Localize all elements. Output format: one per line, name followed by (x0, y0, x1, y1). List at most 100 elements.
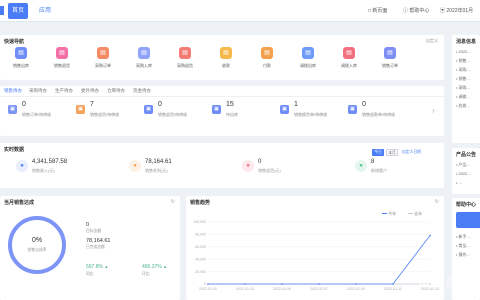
message-item[interactable]: • 应收... (456, 103, 470, 109)
todo-item[interactable]: ▣ 1 销售换货单/待审核 (280, 99, 342, 123)
data-point (244, 283, 246, 285)
help-center-link[interactable]: ⓘ 帮助中心 (403, 0, 429, 22)
refresh-icon[interactable]: ↻ (435, 199, 439, 205)
message-item[interactable]: • 销售... (456, 58, 470, 64)
chevron-right-icon[interactable]: › (432, 106, 435, 115)
realtime-icon: ● (16, 160, 28, 172)
realtime-item: ● 78,164.61 销售毛利(元) (129, 157, 219, 183)
quick-nav-item[interactable]: ▤ 销售订单 (375, 47, 405, 69)
period-selector[interactable]: ▣ 2022年01月 (440, 0, 473, 22)
quick-nav-label: 销售退货 (54, 63, 70, 68)
tab-apps[interactable]: 应用 (36, 3, 54, 19)
message-item[interactable]: • 调拨... (456, 94, 470, 100)
product-notice-item[interactable]: • ... (456, 180, 462, 185)
sales-trend-panel: 销售趋势 ↻ 今年 去年 100,000 80,000 60,000 40,000 20… (186, 196, 444, 300)
quick-nav-item[interactable]: ▤ 调拨入库 (334, 47, 364, 69)
todo-tab[interactable]: 资金待办 (133, 88, 151, 94)
quick-nav-item[interactable]: ▤ 采购退货 (170, 47, 200, 69)
sales-trend-chart: 100,00080,00060,00040,00020,00002022-01-… (193, 220, 439, 291)
help-item[interactable]: • 操作... (456, 252, 470, 258)
customize-link[interactable]: 自定义 (426, 38, 438, 44)
sale-order-icon: ▤ (384, 47, 396, 59)
message-panel: 消息信息 • 2022... • 销售... • 采购... • 销售... • 采购.… (452, 35, 480, 143)
quick-nav-label: 调拨入库 (341, 63, 357, 68)
help-item[interactable]: • 常见... (456, 243, 470, 249)
quick-nav-label: 付款 (263, 63, 271, 68)
data-point (318, 283, 320, 285)
todo-panel: 销售待办 采购待办 生产待办 委外待办 仓库待办 资金待办 ▣ 0 销售订单/待审核 ▣ 7 销售退… (0, 86, 444, 136)
quick-nav-item[interactable]: ▤ 销售退货 (47, 47, 77, 69)
target-amount: 0 (86, 222, 90, 228)
y-tick-label: 60,000 (195, 245, 206, 249)
quick-nav-item[interactable]: ▤ 采购订单 (88, 47, 118, 69)
quick-nav-title: 快速导航 (4, 39, 25, 45)
todo-tab[interactable]: 生产待办 (55, 88, 73, 94)
order-icon: ▤ (15, 47, 27, 59)
todo-item[interactable]: ▣ 7 销售退货/待审核 (76, 99, 138, 123)
range-month[interactable]: 本月 (386, 149, 398, 156)
stock-in-icon: ▤ (138, 47, 150, 59)
todo-tab[interactable]: 仓库待办 (107, 88, 125, 94)
data-point (392, 283, 394, 285)
menu-toggle-icon[interactable] (0, 6, 4, 15)
quick-nav-label: 采购订单 (95, 63, 111, 68)
new-page-link[interactable]: □ 新页面 (368, 0, 387, 22)
tab-home[interactable]: 首页 (8, 3, 28, 19)
x-tick-label: 2022-01-07 (310, 287, 328, 291)
realtime-item: ● 8 新增客户 (355, 157, 445, 183)
range-today[interactable]: 今日 (372, 149, 384, 156)
receipt-icon: ▤ (220, 47, 232, 59)
quick-nav-item[interactable]: ▤ 付款 (252, 47, 282, 69)
yoy-label: 同比 (86, 272, 94, 276)
product-notice-item[interactable]: • 产品... (456, 162, 470, 168)
help-item[interactable]: • 新手... (456, 234, 470, 240)
message-item[interactable]: • 2022... (456, 49, 471, 54)
todo-icon: ▣ (8, 105, 17, 114)
realtime-value: 78,164.61 (145, 159, 172, 165)
range-custom[interactable]: 自定义日期 (402, 149, 421, 156)
message-item[interactable]: • 采购... (456, 85, 470, 91)
data-point (429, 234, 431, 237)
todo-count: 15 (226, 101, 234, 108)
mom-label: 环比 (142, 272, 150, 276)
purchase-icon: ▤ (97, 47, 109, 59)
refresh-icon[interactable]: ↻ (171, 199, 175, 205)
todo-label: 销售换货单/待审核 (294, 112, 328, 117)
monthly-target-title: 当月销售达成 (4, 200, 35, 206)
quick-nav-item[interactable]: ▤ 销售出库 (6, 47, 36, 69)
achievement-label: 销售达成率 (27, 248, 47, 252)
todo-item[interactable]: ▣ 0 销售订单/待审核 (8, 99, 70, 123)
message-item[interactable]: • 销售... (456, 76, 470, 82)
realtime-item: ● 4,341,587.58 销售收入(元) (16, 157, 106, 183)
realtime-value: 8 (371, 159, 375, 165)
quick-nav-item[interactable]: ▤ 收款 (211, 47, 241, 69)
todo-tab[interactable]: 委外待办 (81, 88, 99, 94)
realtime-panel: 实时数据 今日 本月 自定义日期 ● 4,341,587.58 销售收入(元) ● 78… (0, 143, 444, 188)
quick-nav-item[interactable]: ▤ 调拨出库 (293, 47, 323, 69)
todo-count: 1 (294, 101, 298, 108)
todo-count: 7 (90, 101, 94, 108)
realtime-label: 销售收入(元) (32, 168, 55, 173)
realtime-icon: ● (242, 160, 254, 172)
quick-nav-panel: 快速导航 自定义 ▤ 销售出库 ▤ 销售退货 ▤ 采购订单 ▤ 采购入库 ▤ 采购退货 ▤ 收款 ▤ 付款… (0, 35, 444, 80)
quick-nav-item[interactable]: ▤ 采购入库 (129, 47, 159, 69)
todo-label: 待出库 (226, 112, 238, 117)
todo-icon: ▣ (280, 105, 289, 114)
todo-item[interactable]: ▣ 15 待出库 (212, 99, 274, 123)
todo-count: 0 (158, 101, 162, 108)
x-tick-label: 2022-01-11 (384, 287, 402, 291)
monthly-target-panel: 当月销售达成 ↻ 0% 销售达成率 0 目标金额 78,164.61 已完成金额… (0, 196, 180, 300)
product-notice-item[interactable]: • 2022... (456, 171, 471, 176)
y-tick-label: 0 (204, 282, 206, 286)
realtime-value: 4,341,587.58 (32, 159, 68, 165)
completed-amount-label: 已完成金额 (86, 245, 105, 249)
quick-nav-label: 收款 (222, 63, 230, 68)
product-notice-panel: 产品公告 • 产品... • 2022... • ... (452, 148, 480, 194)
completed-amount: 78,164.61 (86, 238, 111, 244)
message-item[interactable]: • 采购... (456, 67, 470, 73)
todo-item[interactable]: ▣ 0 销售退款单/待审核 (348, 99, 410, 123)
help-banner[interactable] (456, 212, 480, 228)
todo-item[interactable]: ▣ 0 销售退货/待审核 (144, 99, 206, 123)
y-tick-label: 80,000 (195, 233, 206, 237)
todo-tab[interactable]: 采购待办 (29, 88, 47, 94)
